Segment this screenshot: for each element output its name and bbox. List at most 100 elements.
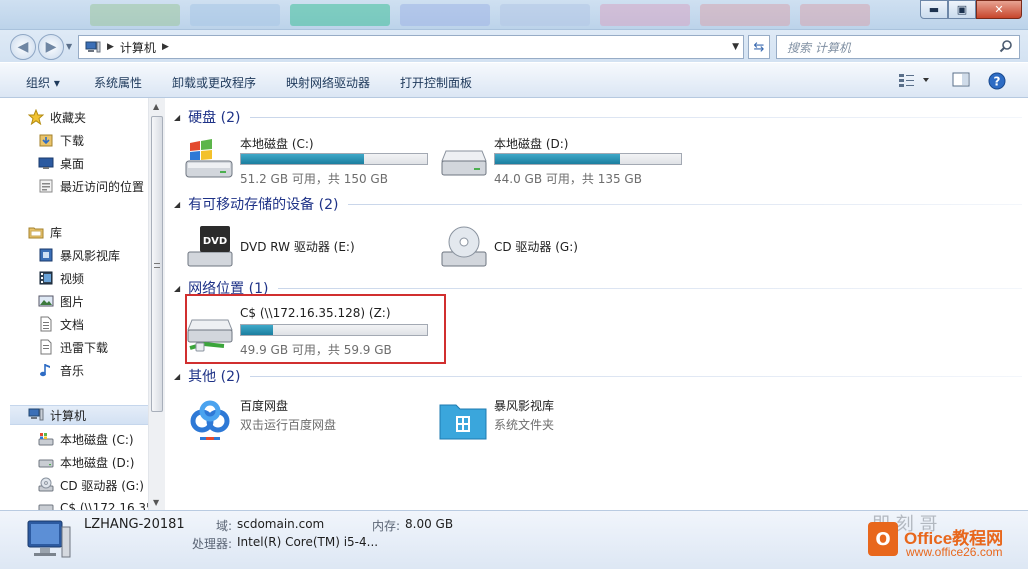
arrow-right-icon: ▶ (45, 39, 57, 55)
desktop-icon (38, 155, 54, 171)
group-divider (348, 203, 1022, 205)
title-bar: ▬ ▣ ✕ (0, 0, 1028, 30)
scroll-down-icon[interactable]: ▼ (153, 498, 159, 507)
office-logo-icon: O (868, 522, 898, 556)
group-divider (250, 116, 1022, 118)
watermark-url: www.office26.com (906, 545, 1003, 559)
star-icon (28, 109, 44, 125)
refresh-button[interactable]: ⇆ (748, 35, 770, 59)
recent-places-icon (38, 178, 54, 194)
group-header-other[interactable]: ◢ 其他 (2) (174, 366, 1022, 386)
address-bar[interactable]: ▶ 计算机 ▶ ▼ (78, 35, 744, 59)
nav-network-z[interactable]: C$ (\\172.16.35 (38, 498, 148, 510)
address-dropdown[interactable]: ▼ (732, 42, 739, 52)
view-options-icon[interactable] (898, 72, 932, 91)
recent-pages-dropdown[interactable]: ▼ (66, 42, 72, 51)
drive-g-cd[interactable]: CD 驱动器 (G:) (438, 222, 688, 278)
collapse-icon[interactable]: ◢ (174, 284, 180, 293)
computer-icon (26, 517, 72, 564)
document-icon (38, 316, 54, 332)
cpu-value: Intel(R) Core(TM) i5-4... (237, 535, 379, 549)
maximize-button[interactable]: ▣ (948, 0, 976, 19)
svg-text:?: ? (994, 75, 1001, 89)
nav-libraries[interactable]: 库 (28, 222, 62, 242)
nav-favorites[interactable]: 收藏夹 (28, 107, 86, 127)
close-button[interactable]: ✕ (976, 0, 1022, 19)
taskbar-blur (90, 4, 180, 26)
preview-pane-icon[interactable] (952, 72, 970, 91)
open-control-panel-button[interactable]: 打开控制面板 (400, 74, 472, 91)
domain-label: 域: (216, 519, 233, 533)
taskbar-blur (290, 4, 390, 26)
domain-value: scdomain.com (237, 517, 325, 531)
library-icon (28, 224, 44, 240)
drive-e-dvd[interactable]: DVD DVD RW 驱动器 (E:) (184, 222, 434, 278)
help-icon[interactable]: ? (988, 72, 1006, 93)
minimize-button[interactable]: ▬ (920, 0, 948, 19)
group-header-hard-disks[interactable]: ◢ 硬盘 (2) (174, 107, 1022, 127)
taskbar-blur (800, 4, 870, 26)
hard-drive-icon (38, 454, 54, 470)
baidu-cloud-icon (184, 399, 236, 447)
nav-documents[interactable]: 文档 (38, 314, 84, 334)
uninstall-program-button[interactable]: 卸载或更改程序 (172, 74, 256, 91)
usage-fill (495, 154, 620, 164)
map-network-drive-button[interactable]: 映射网络驱动器 (286, 74, 370, 91)
baofeng-video-library[interactable]: 暴风影视库 系统文件夹 (438, 397, 688, 453)
back-button[interactable]: ◀ (10, 34, 36, 60)
nav-recent-places[interactable]: 最近访问的位置 (38, 176, 144, 196)
usage-bar (494, 153, 682, 165)
nav-computer[interactable]: 计算机 (10, 405, 148, 425)
breadcrumb-computer[interactable]: 计算机 (120, 39, 156, 56)
drive-c[interactable]: 本地磁盘 (C:) 51.2 GB 可用，共 150 GB (184, 135, 434, 191)
group-divider (250, 375, 1022, 377)
nav-pictures[interactable]: 图片 (38, 291, 84, 311)
scroll-up-icon[interactable]: ▲ (153, 102, 159, 111)
nav-disk-d[interactable]: 本地磁盘 (D:) (38, 452, 134, 472)
taskbar-blur (500, 4, 590, 26)
nav-thunder-downloads[interactable]: 迅雷下载 (38, 337, 108, 357)
collapse-icon[interactable]: ◢ (174, 372, 180, 381)
collapse-icon[interactable]: ◢ (174, 113, 180, 122)
navigation-pane: 收藏夹 下载 桌面 最近访问的位置 库 暴风影视库 视频 图片 文档 迅雷下载 … (10, 98, 148, 510)
drive-d[interactable]: 本地磁盘 (D:) 44.0 GB 可用，共 135 GB (438, 135, 688, 191)
computer-name: LZHANG-20181 (84, 517, 185, 532)
nav-scrollbar[interactable]: ▲ ▼ (148, 98, 165, 510)
search-input[interactable]: 搜索 计算机 (776, 35, 1020, 59)
system-properties-button[interactable]: 系统属性 (94, 74, 142, 91)
nav-disk-c[interactable]: 本地磁盘 (C:) (38, 429, 134, 449)
dvd-drive-icon: DVD (184, 224, 236, 272)
arrow-left-icon: ◀ (17, 39, 29, 55)
nav-desktop[interactable]: 桌面 (38, 153, 84, 173)
cd-drive-icon (438, 224, 490, 272)
computer-icon (85, 41, 101, 53)
hard-drive-icon (438, 137, 490, 185)
collapse-icon[interactable]: ◢ (174, 200, 180, 209)
chevron-right-icon[interactable]: ▶ (162, 42, 169, 52)
forward-button[interactable]: ▶ (38, 34, 64, 60)
taskbar-blur (190, 4, 280, 26)
nav-videos[interactable]: 视频 (38, 268, 84, 288)
nav-cd-g[interactable]: CD 驱动器 (G:) (38, 475, 144, 495)
svg-text:DVD: DVD (203, 236, 227, 247)
search-placeholder: 搜索 计算机 (787, 40, 851, 55)
computer-icon (28, 407, 44, 423)
nav-baofeng-library[interactable]: 暴风影视库 (38, 245, 120, 265)
annotation-highlight-box (185, 294, 446, 364)
search-icon[interactable] (999, 39, 1013, 56)
picture-icon (38, 293, 54, 309)
chevron-right-icon[interactable]: ▶ (107, 42, 114, 52)
download-folder-icon (38, 132, 54, 148)
memory-label: 内存: (372, 519, 401, 533)
taskbar-blur (600, 4, 690, 26)
group-header-removable[interactable]: ◢ 有可移动存储的设备 (2) (174, 194, 1022, 214)
organize-button[interactable]: 组织 ▾ (26, 74, 60, 91)
grip-icon (154, 263, 160, 268)
baidu-netdisk[interactable]: 百度网盘 双击运行百度网盘 (184, 397, 434, 453)
nav-downloads[interactable]: 下载 (38, 130, 84, 150)
refresh-icon: ⇆ (753, 39, 765, 55)
scroll-thumb[interactable] (151, 116, 163, 412)
usage-fill (241, 154, 364, 164)
nav-music[interactable]: 音乐 (38, 360, 84, 380)
windows-drive-icon (38, 431, 54, 447)
